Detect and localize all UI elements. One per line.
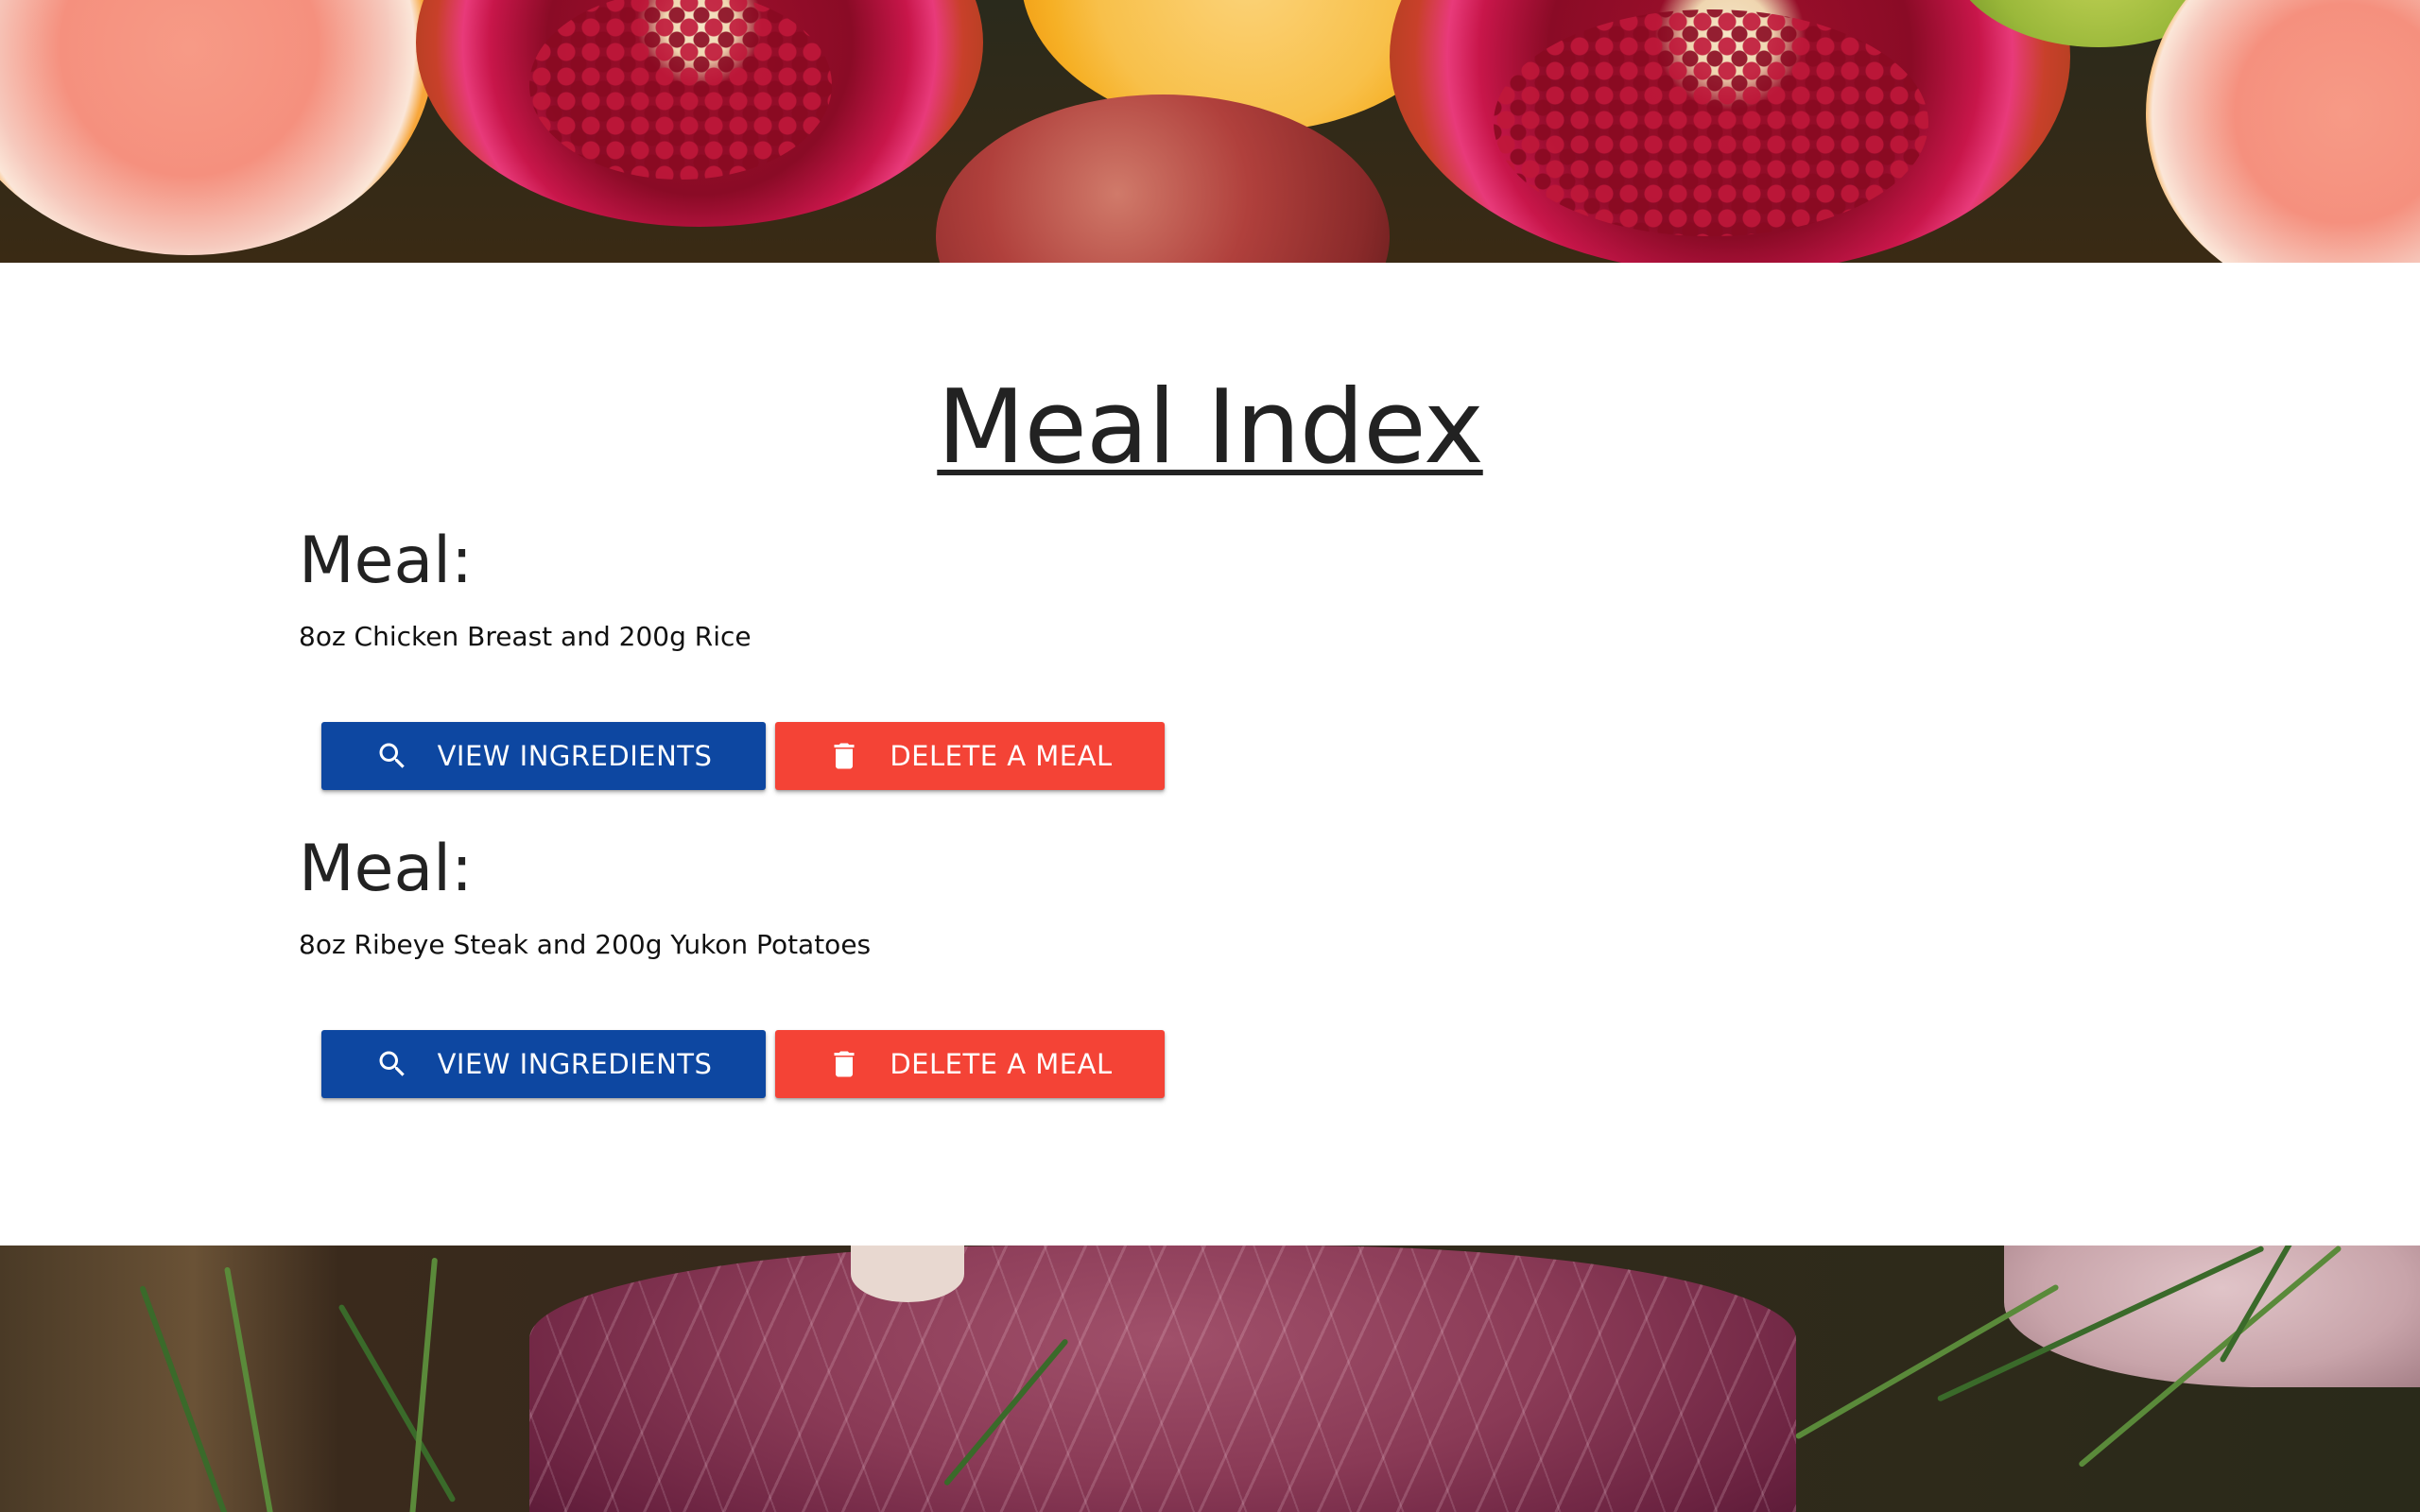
header-fruit-image [0, 0, 2420, 263]
meal-description: 8oz Chicken Breast and 200g Rice [299, 621, 752, 652]
search-icon [375, 1047, 409, 1081]
view-ingredients-label: VIEW INGREDIENTS [437, 1048, 713, 1080]
search-icon [375, 739, 409, 773]
trash-icon [827, 1047, 861, 1081]
meal-card: Meal: 8oz Ribeye Steak and 200g Yukon Po… [299, 830, 1811, 1098]
meal-heading: Meal: [299, 832, 473, 906]
delete-meal-button[interactable]: DELETE A MEAL [775, 1030, 1165, 1098]
view-ingredients-label: VIEW INGREDIENTS [437, 740, 713, 772]
trash-icon [827, 739, 861, 773]
delete-meal-label: DELETE A MEAL [890, 1048, 1113, 1080]
page: Meal Index Meal: 8oz Chicken Breast and … [0, 0, 2420, 1512]
meal-description: 8oz Ribeye Steak and 200g Yukon Potatoes [299, 929, 872, 960]
meal-heading: Meal: [299, 524, 473, 598]
meal-card: Meal: 8oz Chicken Breast and 200g Rice V… [299, 522, 1811, 790]
view-ingredients-button[interactable]: VIEW INGREDIENTS [321, 1030, 766, 1098]
view-ingredients-button[interactable]: VIEW INGREDIENTS [321, 722, 766, 790]
delete-meal-label: DELETE A MEAL [890, 740, 1113, 772]
footer-meat-image [0, 1246, 2420, 1512]
delete-meal-button[interactable]: DELETE A MEAL [775, 722, 1165, 790]
page-title: Meal Index [937, 369, 1483, 487]
